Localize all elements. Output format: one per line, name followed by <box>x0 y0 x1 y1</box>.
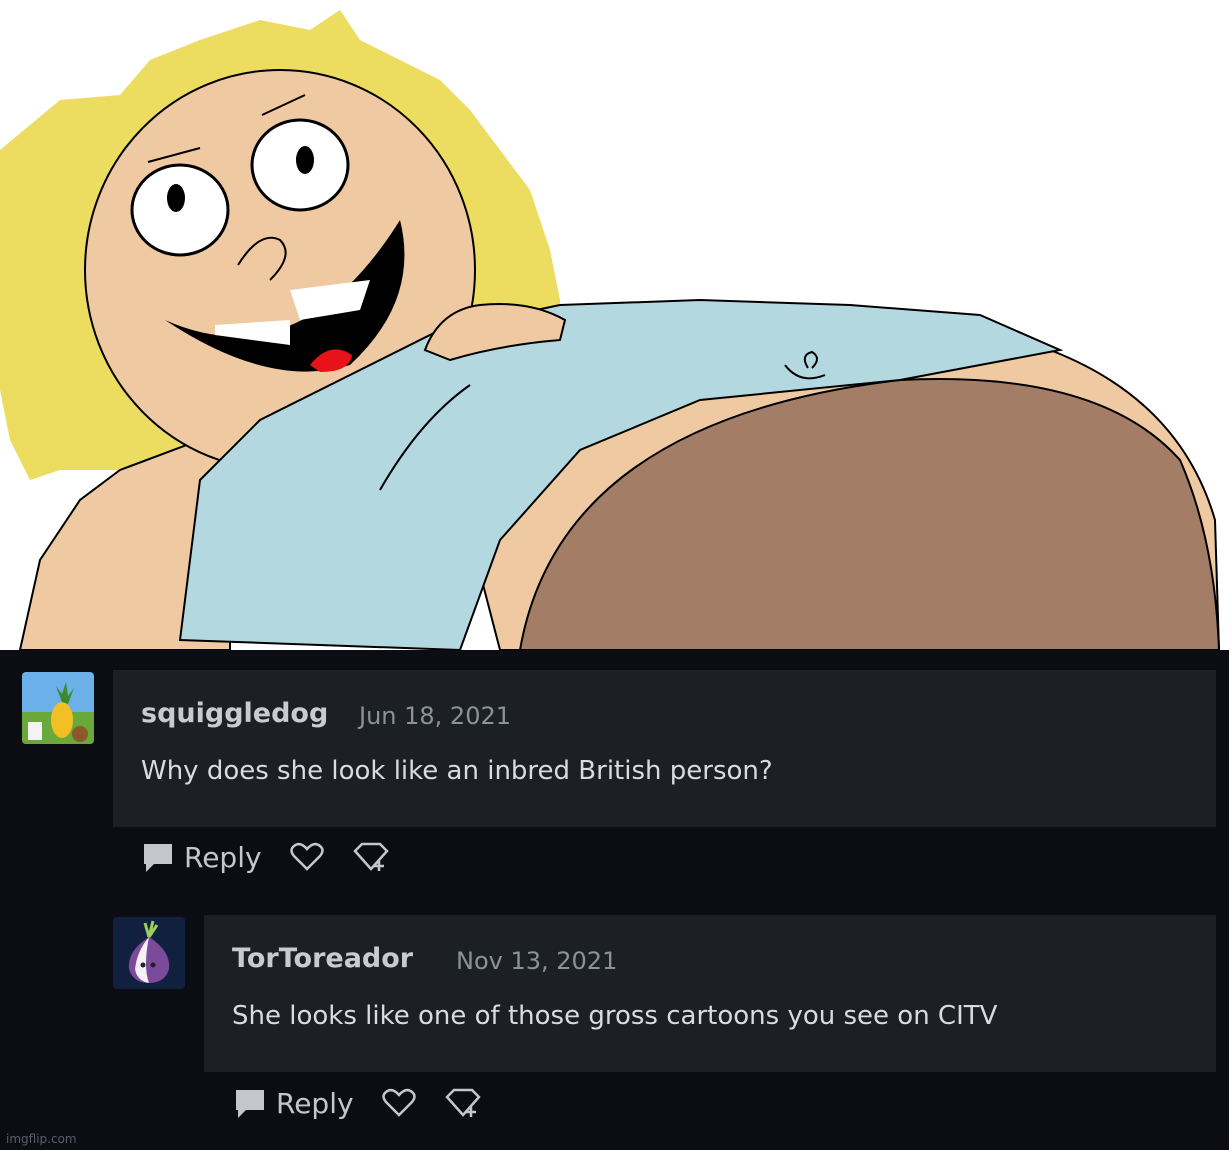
cartoon-drawing <box>0 10 1221 650</box>
comment-username[interactable]: TorToreador <box>232 943 413 974</box>
like-button[interactable] <box>380 1084 418 1122</box>
reply-icon <box>144 844 172 872</box>
reply-label: Reply <box>276 1086 354 1120</box>
cartoon-image <box>0 0 1229 650</box>
like-button[interactable] <box>288 838 326 876</box>
heart-icon <box>289 842 324 871</box>
add-favorite-button[interactable] <box>444 1084 482 1122</box>
comments-section: squiggledog Jun 18, 2021 Why does she lo… <box>0 650 1229 1150</box>
reply-button[interactable]: Reply <box>232 1086 354 1120</box>
comment-card: squiggledog Jun 18, 2021 Why does she lo… <box>113 670 1216 827</box>
pineapple-avatar-icon <box>22 672 94 744</box>
comment-text: Why does she look like an inbred British… <box>141 756 773 786</box>
comment-actions: Reply <box>232 1084 482 1122</box>
add-favorite-button[interactable] <box>352 838 390 876</box>
watermark: imgflip.com <box>6 1132 77 1146</box>
comment-date: Nov 13, 2021 <box>456 947 618 975</box>
comment-username[interactable]: squiggledog <box>141 698 328 729</box>
reply-label: Reply <box>184 840 262 874</box>
reply-icon <box>236 1090 264 1118</box>
avatar[interactable] <box>22 672 94 744</box>
comment-card: TorToreador Nov 13, 2021 She looks like … <box>204 915 1216 1072</box>
comment-date: Jun 18, 2021 <box>359 702 512 730</box>
gem-plus-icon <box>352 842 389 871</box>
comment-text: She looks like one of those gross cartoo… <box>232 1001 998 1031</box>
avatar[interactable] <box>113 917 185 989</box>
comment-actions: Reply <box>140 838 390 876</box>
gem-plus-icon <box>444 1088 481 1117</box>
onion-avatar-icon <box>113 917 185 989</box>
reply-button[interactable]: Reply <box>140 840 262 874</box>
heart-icon <box>381 1088 416 1117</box>
